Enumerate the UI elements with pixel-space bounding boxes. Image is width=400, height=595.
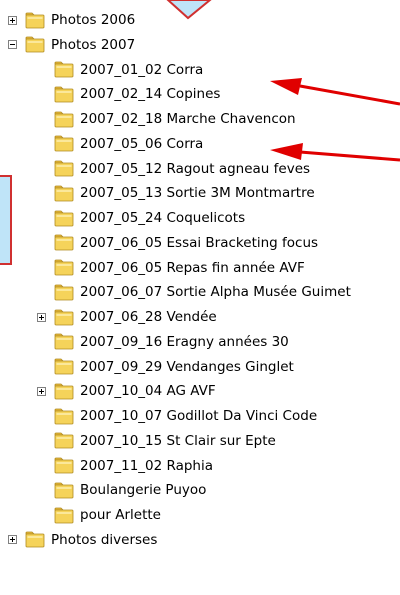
tree-item-label: 2007_05_24 Coquelicots [80,210,246,226]
tree-item-label: 2007_06_07 Sortie Alpha Musée Guimet [80,284,351,301]
tree-item-label: Boulangerie Puyoo [80,482,207,499]
tree-item-label: pour Arlette [80,507,161,523]
folder-icon [54,309,74,325]
tree-item[interactable]: 2007_10_07 Godillot Da Vinci Code [54,405,317,427]
tree-item[interactable]: pour Arlette [54,504,161,526]
folder-icon [54,234,74,251]
tree-item[interactable]: 2007_05_06 Corra [54,133,203,155]
tree-item-label: Photos 2007 [51,36,136,53]
folder-icon [54,284,74,301]
tree-item[interactable]: 2007_05_12 Ragout agneau feves [54,158,310,180]
folder-icon [54,86,74,103]
expand-plus-icon[interactable] [37,312,46,322]
tree-item[interactable]: 2007_10_04 AG AVF [37,380,216,402]
tree-item[interactable]: 2007_01_02 Corra [54,59,203,81]
tree-item-label: 2007_01_02 Corra [80,61,204,78]
tree-item-label: 2007_10_04 AG AVF [80,383,216,400]
folder-icon [54,383,74,400]
tree-item-label: 2007_02_18 Marche Chavencon [80,111,296,127]
tree-item-label: 2007_05_13 Sortie 3M Montmartre [80,185,315,202]
tree-item-label: 2007_06_05 Essai Bracketing focus [80,234,319,251]
folder-icon [25,531,45,548]
tree-item[interactable]: Photos diverses [8,529,157,551]
tree-item[interactable]: 2007_06_05 Essai Bracketing focus [54,232,318,254]
tree-item-label: 2007_10_07 Godillot Da Vinci Code [80,408,318,424]
folder-icon [54,185,74,202]
folder-icon [54,61,74,78]
tree-item-label: 2007_10_15 St Clair sur Epte [80,432,276,449]
folder-icon [54,210,74,226]
tree-item[interactable]: 2007_06_28 Vendée [37,306,217,328]
tree-item[interactable]: Boulangerie Puyoo [54,479,206,501]
folder-icon [54,259,74,276]
expand-plus-icon[interactable] [8,535,17,545]
tree-item-label: 2007_05_06 Corra [80,135,204,152]
tree-item-label: 2007_09_29 Vendanges Ginglet [80,358,294,375]
folder-icon [54,408,74,424]
tree-item[interactable]: 2007_05_24 Coquelicots [54,207,245,229]
folder-icon [54,111,74,127]
folder-tree: Photos 2006 Photos 2007 2007_01_02 Corra 20… [0,0,400,595]
tree-item[interactable]: 2007_10_15 St Clair sur Epte [54,430,276,452]
tree-item-label: 2007_06_28 Vendée [80,309,217,325]
tree-item[interactable]: 2007_09_16 Eragny années 30 [54,331,289,353]
tree-item[interactable]: 2007_02_18 Marche Chavencon [54,108,296,130]
folder-icon [54,432,74,449]
tree-item[interactable]: 2007_11_02 Raphia [54,455,213,477]
folder-icon [54,333,74,350]
folder-icon [25,12,45,28]
folder-icon [54,482,74,499]
tree-item-label: Photos diverses [51,531,158,548]
tree-item[interactable]: 2007_06_07 Sortie Alpha Musée Guimet [54,281,351,303]
tree-item[interactable]: Photos 2007 [8,34,135,56]
tree-item[interactable]: 2007_09_29 Vendanges Ginglet [54,356,294,378]
tree-item[interactable]: Photos 2006 [8,9,135,31]
tree-item-label: 2007_05_12 Ragout agneau feves [80,160,311,177]
side-panel-decoration [0,175,12,265]
folder-icon [54,457,74,474]
tree-item-label: Photos 2006 [51,12,136,28]
tree-item[interactable]: 2007_02_14 Copines [54,83,220,105]
tree-item[interactable]: 2007_05_13 Sortie 3M Montmartre [54,182,315,204]
folder-icon [54,358,74,375]
expand-plus-icon[interactable] [8,15,17,25]
folder-icon [54,135,74,152]
tree-item[interactable]: 2007_06_05 Repas fin année AVF [54,257,305,279]
tree-item-label: 2007_11_02 Raphia [80,457,214,474]
expand-plus-icon[interactable] [37,386,46,396]
folder-icon [54,160,74,177]
tree-item-label: 2007_09_16 Eragny années 30 [80,333,289,350]
folder-icon [25,36,45,53]
tree-item-label: 2007_06_05 Repas fin année AVF [80,259,305,276]
collapse-minus-icon[interactable] [8,40,17,50]
tree-item-label: 2007_02_14 Copines [80,86,221,103]
folder-icon [54,507,74,523]
